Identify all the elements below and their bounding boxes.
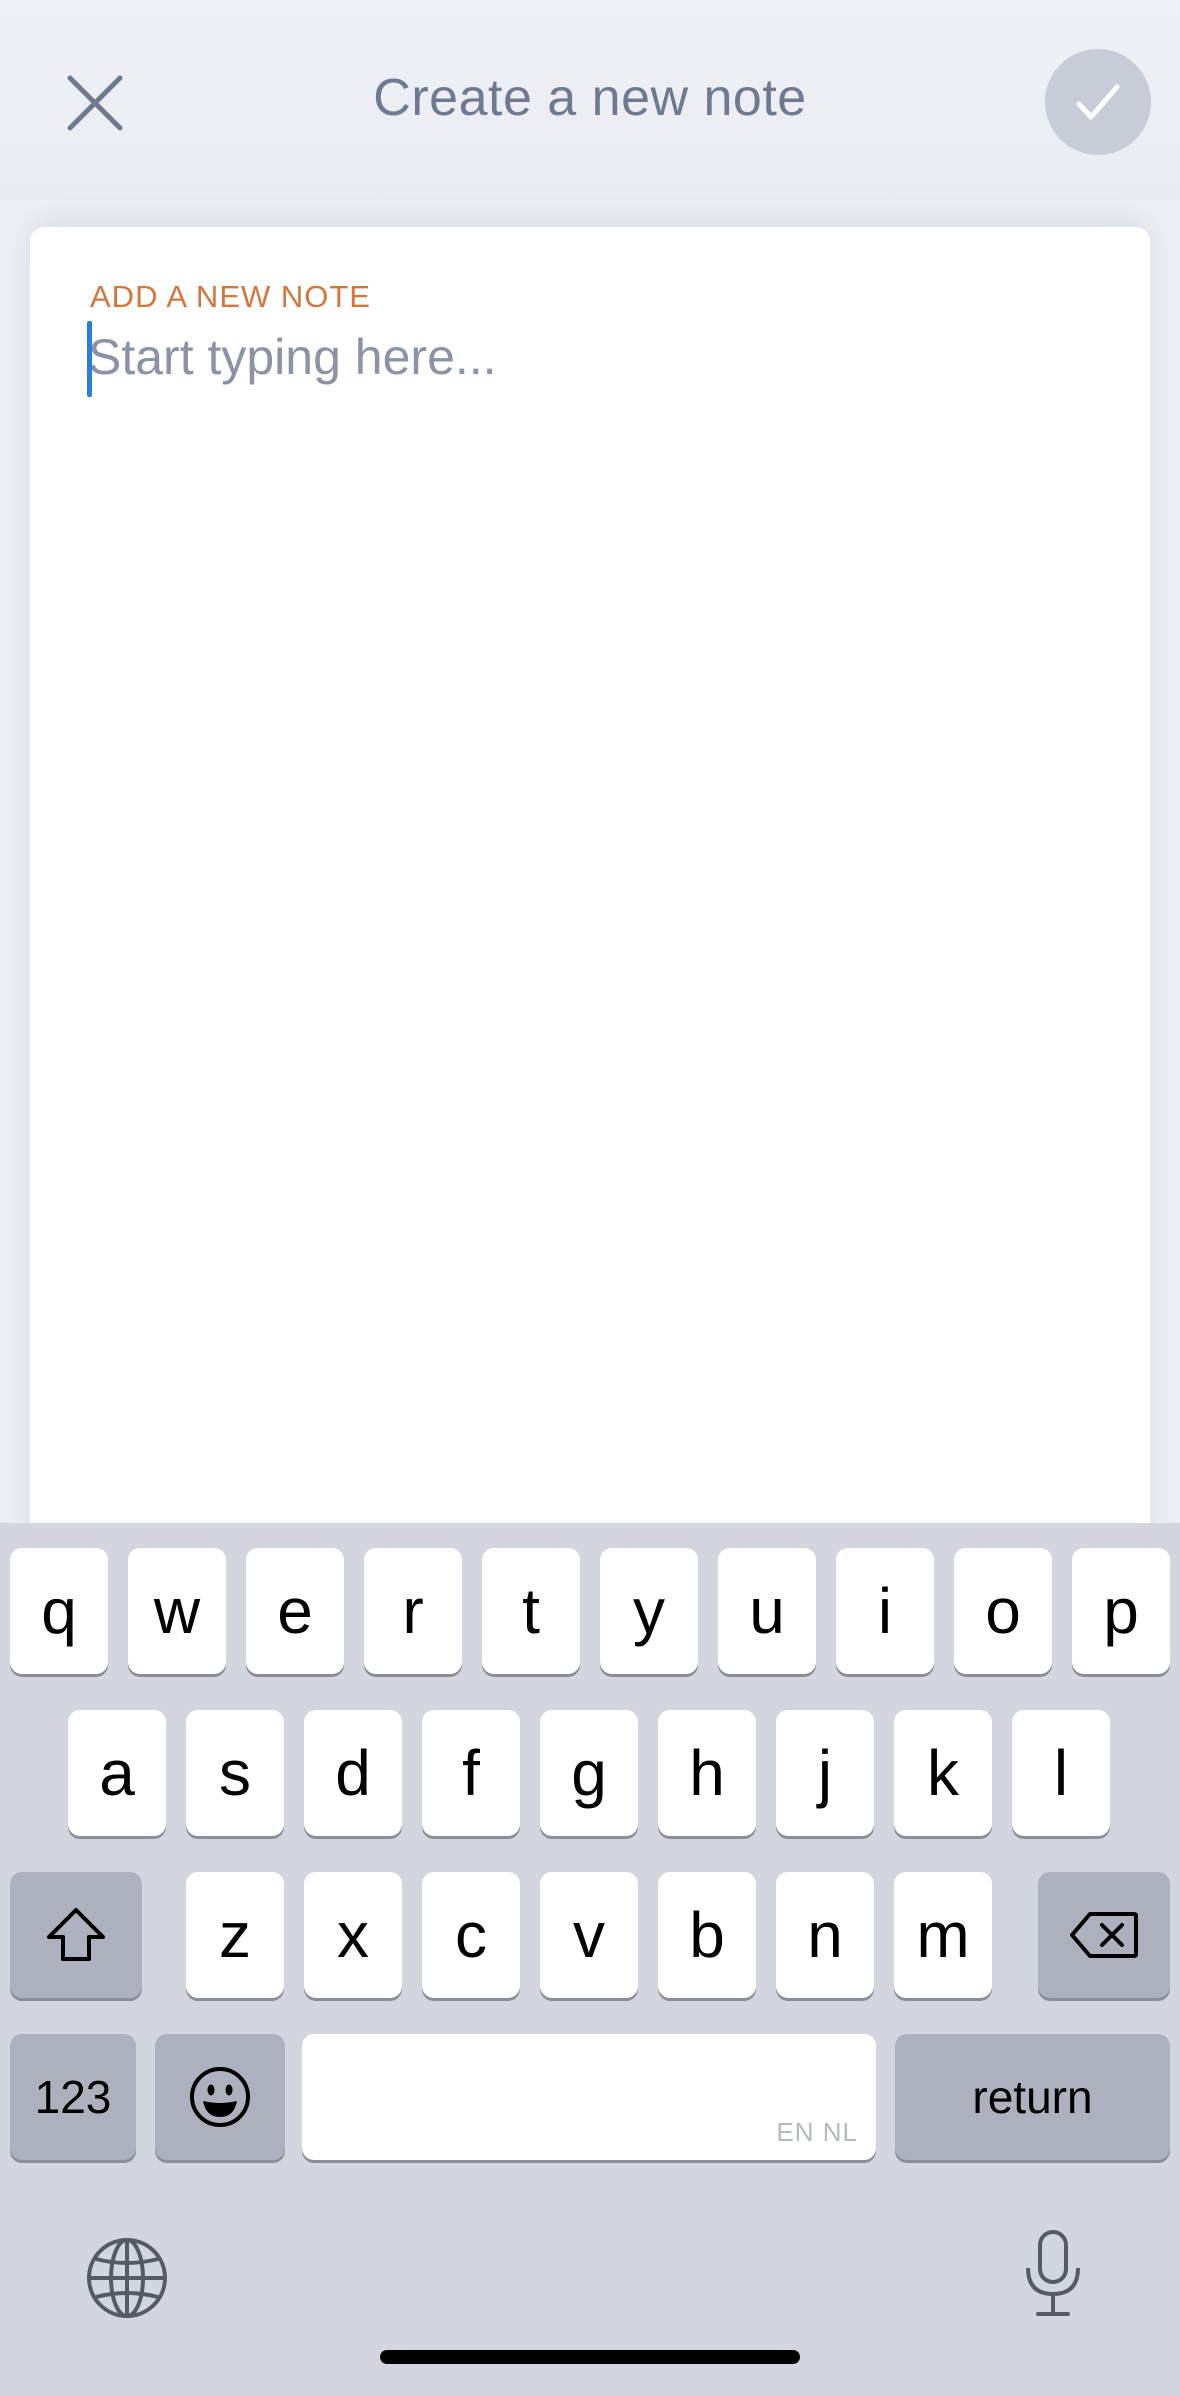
key-z[interactable]: z [186,1872,284,1998]
key-q[interactable]: q [10,1548,108,1674]
text-cursor [87,321,92,397]
keyboard: q w e r t y u i o p a s d f g h j k l z … [0,1523,1180,2396]
emoji-icon [190,2067,250,2127]
key-l[interactable]: l [1012,1710,1110,1836]
key-n[interactable]: n [776,1872,874,1998]
key-b[interactable]: b [658,1872,756,1998]
backspace-icon [1070,1912,1138,1958]
key-s[interactable]: s [186,1710,284,1836]
key-y[interactable]: y [600,1548,698,1674]
space-key[interactable]: EN NL [302,2034,876,2160]
globe-icon [87,2238,167,2318]
key-a[interactable]: a [68,1710,166,1836]
key-c[interactable]: c [422,1872,520,1998]
key-w[interactable]: w [128,1548,226,1674]
key-x[interactable]: x [304,1872,402,1998]
space-language-label: EN NL [776,2117,858,2147]
microphone-icon [1026,2230,1080,2316]
key-g[interactable]: g [540,1710,638,1836]
key-e[interactable]: e [246,1548,344,1674]
key-t[interactable]: t [482,1548,580,1674]
key-f[interactable]: f [422,1710,520,1836]
key-v[interactable]: v [540,1872,638,1998]
key-m[interactable]: m [894,1872,992,1998]
key-p[interactable]: p [1072,1548,1170,1674]
key-o[interactable]: o [954,1548,1052,1674]
shift-icon [47,1908,105,1961]
emoji-key[interactable] [155,2034,285,2160]
numbers-key[interactable]: 123 [10,2034,136,2160]
key-k[interactable]: k [894,1710,992,1836]
return-key[interactable]: return [895,2034,1170,2160]
key-i[interactable]: i [836,1548,934,1674]
key-d[interactable]: d [304,1710,402,1836]
key-h[interactable]: h [658,1710,756,1836]
page-title: Create a new note [373,69,807,127]
key-r[interactable]: r [364,1548,462,1674]
confirm-button[interactable] [1045,49,1151,155]
shift-key[interactable] [10,1872,142,1998]
home-indicator [380,2350,800,2364]
note-label: ADD A NEW NOTE [90,279,371,314]
globe-button[interactable] [84,2235,170,2321]
note-text-input[interactable] [88,317,1088,397]
checkmark-icon [1076,84,1120,120]
microphone-button[interactable] [1018,2228,1088,2320]
delete-key[interactable] [1038,1872,1170,1998]
note-card: ADD A NEW NOTE [30,227,1150,1577]
header-bar: Create a new note [0,0,1180,200]
key-j[interactable]: j [776,1710,874,1836]
key-u[interactable]: u [718,1548,816,1674]
